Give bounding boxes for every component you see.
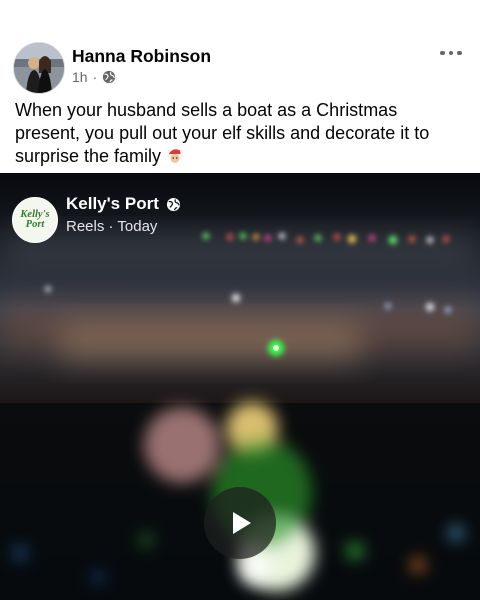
post-header: Hanna Robinson 1h · [0, 36, 480, 96]
post-time[interactable]: 1h [72, 69, 88, 85]
post-text: When your husband sells a boat as a Chri… [15, 99, 467, 168]
globe-icon [166, 197, 180, 211]
page-logo[interactable]: Kelly's Port [12, 197, 58, 243]
page-name[interactable]: Kelly's Port [66, 194, 181, 214]
more-options-icon[interactable] [438, 46, 464, 60]
chevron-down-icon[interactable] [456, 0, 466, 4]
page-name-text[interactable]: Kelly's Port [66, 194, 159, 214]
author-name[interactable]: Hanna Robinson [72, 46, 211, 67]
page-logo-text: Kelly's Port [20, 209, 49, 230]
meta-separator: · [92, 69, 98, 85]
author-avatar[interactable] [13, 42, 65, 94]
top-bar [0, 0, 480, 10]
post-body: When your husband sells a boat as a Chri… [15, 100, 430, 166]
globe-icon [103, 70, 116, 84]
play-icon [233, 512, 251, 534]
logo-line2: Port [25, 219, 45, 230]
reel-video[interactable]: Kelly's Port Kelly's Port Reels · Today [0, 173, 480, 600]
post-meta: 1h · [72, 69, 116, 85]
santa-emoji [167, 149, 185, 164]
reel-subtitle: Reels · Today [66, 218, 158, 235]
play-button[interactable] [204, 487, 276, 559]
